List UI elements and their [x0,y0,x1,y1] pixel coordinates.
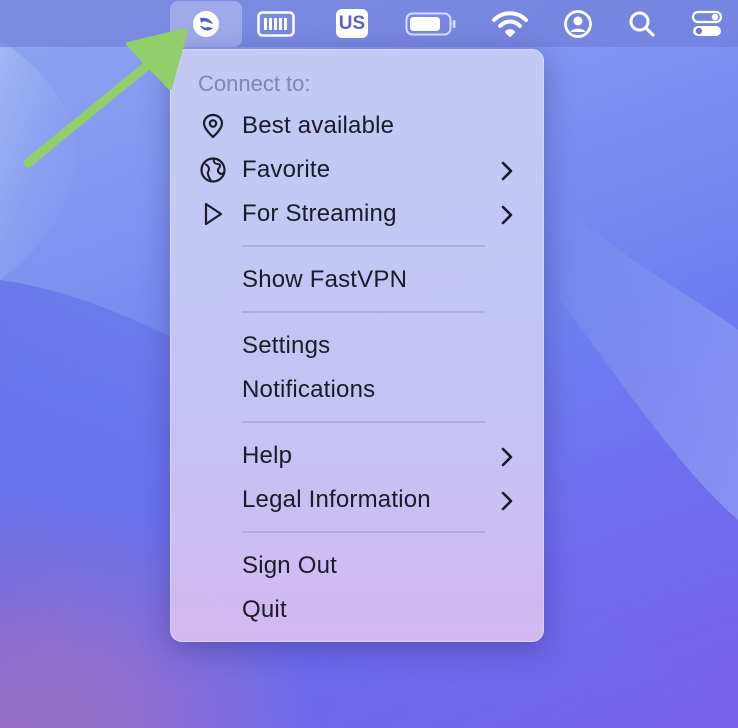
menu-item-label: For Streaming [242,200,397,227]
chevron-right-icon [501,491,513,511]
battery-menubar-button[interactable] [404,0,458,47]
menu-item-quit[interactable]: Quit [170,590,544,630]
favorite-globe-icon [200,157,226,183]
menu-item-label: Sign Out [242,552,337,579]
menu-item-label: Favorite [242,156,331,183]
menu-separator [242,531,485,533]
fastvpn-dropdown-menu: Connect to: Best available Favorite For … [170,49,544,642]
menu-item-label: Quit [242,596,287,623]
control-center-menubar-button[interactable] [689,0,725,47]
chevron-right-icon [501,205,513,225]
wifi-icon [492,10,528,37]
chevron-right-icon [501,447,513,467]
menu-separator [242,245,485,247]
connect-to-header: Connect to: [198,71,311,96]
menu-item-label: Help [242,442,293,469]
menu-item-label: Show FastVPN [242,266,408,293]
fastvpn-logo-icon [193,11,219,37]
keyboard-menubar-button[interactable] [255,0,297,47]
menu-item-label: Settings [242,332,331,359]
spotlight-search-icon [629,11,655,37]
input-source-menubar-button[interactable]: US [334,0,370,47]
menu-separator [242,311,485,313]
spotlight-menubar-button[interactable] [625,0,659,47]
menu-item-label: Best available [242,112,395,139]
user-account-menubar-button[interactable] [561,0,595,47]
chevron-right-icon [501,161,513,181]
menu-item-label: Legal Information [242,486,431,513]
menu-item-sign-out[interactable]: Sign Out [170,546,544,586]
menu-item-help[interactable]: Help [170,436,544,476]
menu-item-notifications[interactable]: Notifications [170,370,544,410]
control-center-icon [691,10,723,36]
menu-item-label: Notifications [242,376,376,403]
location-pin-icon [202,113,224,139]
menu-item-settings[interactable]: Settings [170,326,544,366]
input-source-icon: US [336,9,368,38]
keyboard-icon [257,10,295,37]
desktop-background: US Connect to: Best available Favorite F… [0,0,738,728]
menu-item-favorite[interactable]: Favorite [170,150,544,190]
menu-item-show-fastvpn[interactable]: Show FastVPN [170,260,544,300]
wifi-menubar-button[interactable] [490,0,530,47]
menu-item-best-available[interactable]: Best available [170,106,544,146]
play-icon [204,202,223,226]
menu-separator [242,421,485,423]
fastvpn-menubar-button[interactable] [170,1,242,47]
menu-item-legal-information[interactable]: Legal Information [170,480,544,520]
menu-bar: US [0,0,738,47]
battery-icon [405,12,456,35]
menu-item-for-streaming[interactable]: For Streaming [170,194,544,234]
user-account-icon [564,9,592,38]
